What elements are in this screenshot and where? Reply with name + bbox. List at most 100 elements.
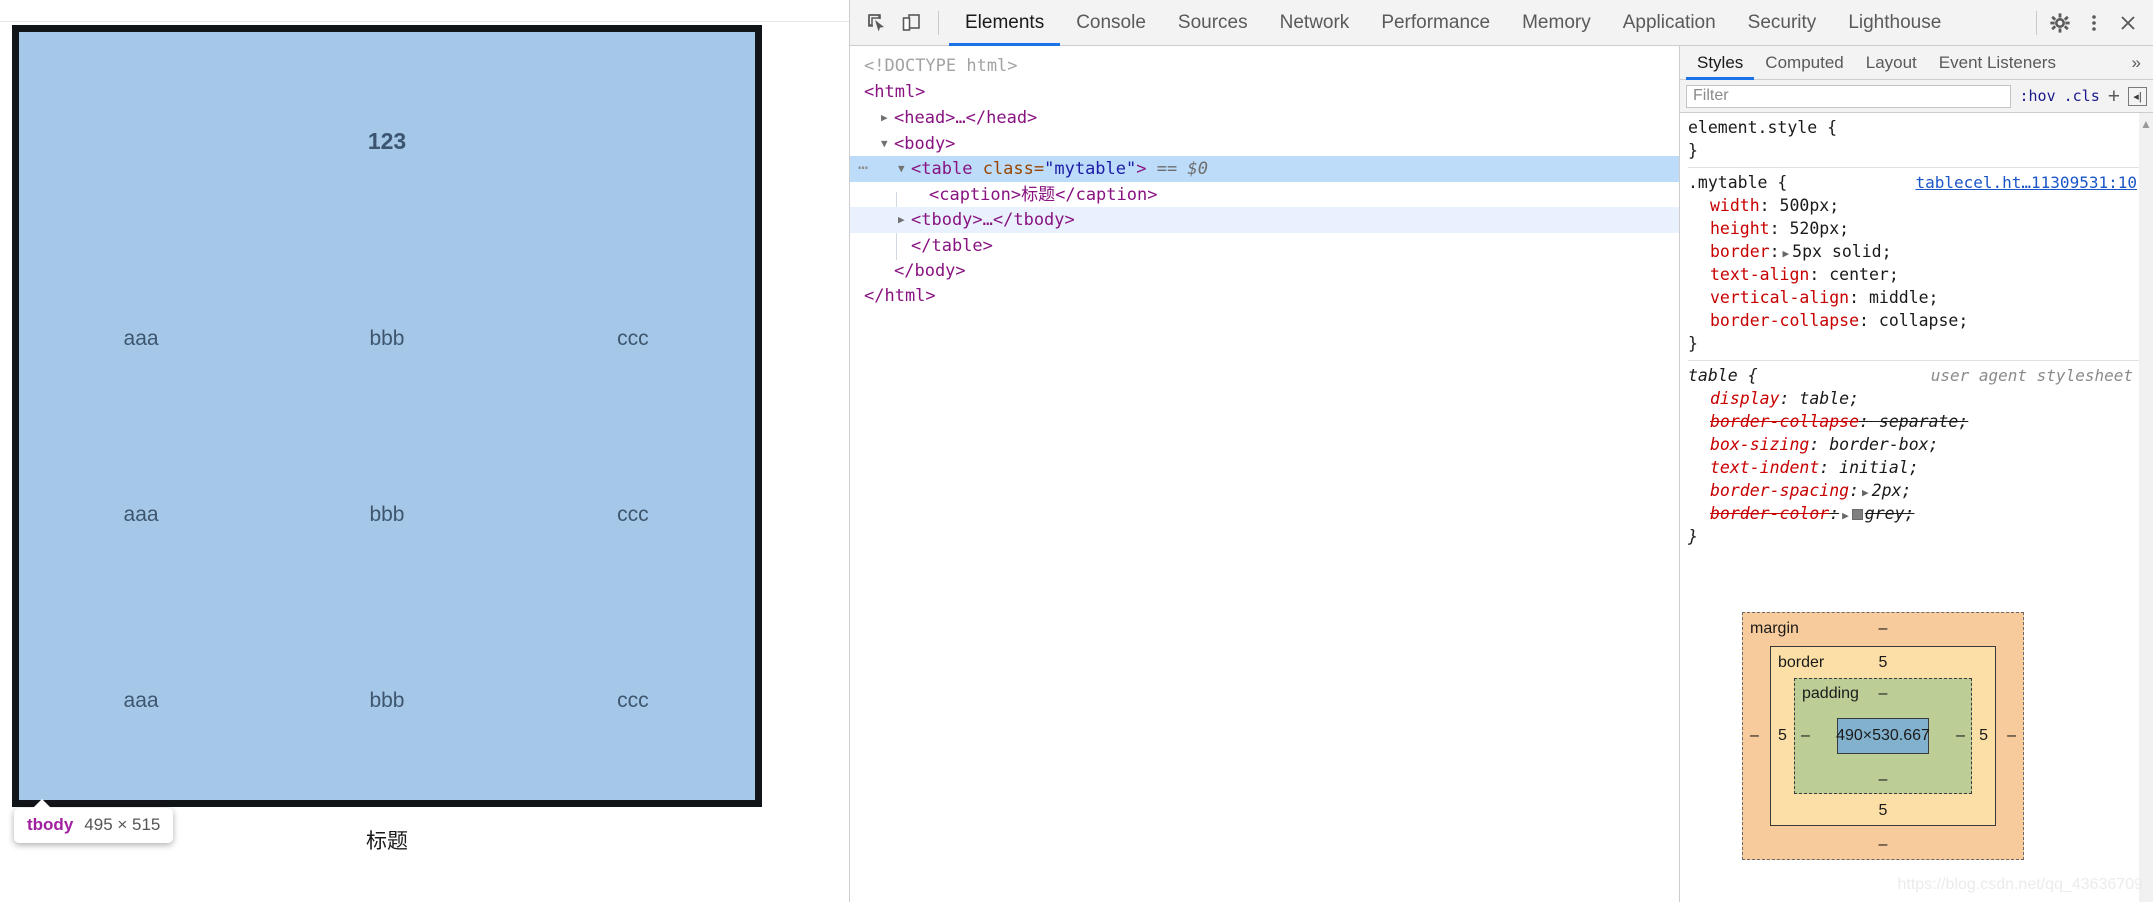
dom-tree-pane[interactable]: <!DOCTYPE html> <html> ▶ <head>…</head> ▼… — [850, 46, 1680, 902]
css-property[interactable]: border-color — [1688, 504, 1829, 523]
table-row[interactable]: aaa bbb ccc — [16, 251, 759, 426]
tab-event-listeners[interactable]: Event Listeners — [1928, 46, 2067, 80]
table-cell[interactable]: aaa — [16, 251, 264, 426]
chevron-down-icon[interactable]: ▼ — [881, 131, 892, 157]
toggle-pseudo-states-button[interactable]: :hov — [2019, 87, 2055, 105]
box-model-margin-top[interactable]: – — [1879, 620, 1888, 638]
css-property[interactable]: border — [1688, 242, 1770, 261]
rule-mytable[interactable]: .mytable { tablecel.ht…11309531:10 width… — [1688, 168, 2139, 361]
dom-line-table-selected[interactable]: ⋯ ▼ <table class="mytable"> == $0 — [850, 156, 1679, 182]
rule-table-user-agent[interactable]: table { user agent stylesheet display: t… — [1688, 361, 2139, 553]
expand-shorthand-icon[interactable]: ▶ — [1859, 486, 1872, 499]
css-value[interactable]: center; — [1829, 265, 1899, 284]
dom-line-html-open[interactable]: <html> — [850, 80, 1679, 106]
rule-selector[interactable]: table { — [1688, 366, 1758, 385]
box-model-padding-bottom[interactable]: – — [1879, 771, 1888, 789]
toggle-element-classes-button[interactable]: .cls — [2064, 87, 2100, 105]
table-row[interactable]: aaa bbb ccc — [16, 602, 759, 803]
rule-selector[interactable]: .mytable { — [1688, 173, 1787, 192]
dom-line-caption[interactable]: ▶<caption>标题</caption> — [850, 182, 1679, 208]
css-property[interactable]: border-collapse — [1688, 311, 1859, 330]
badge-dots-icon[interactable]: ⋯ — [858, 156, 869, 182]
box-model-content-size[interactable]: 490×530.667 — [1836, 718, 1930, 754]
css-value[interactable]: collapse; — [1879, 311, 1968, 330]
css-value[interactable]: separate; — [1879, 412, 1968, 431]
css-property[interactable]: border-spacing — [1688, 481, 1849, 500]
tab-elements[interactable]: Elements — [949, 0, 1060, 46]
tab-console[interactable]: Console — [1060, 0, 1162, 46]
box-model-padding-left[interactable]: – — [1801, 727, 1810, 745]
css-property[interactable]: box-sizing — [1688, 435, 1809, 454]
styles-filter-input[interactable] — [1686, 84, 2012, 108]
box-model-margin-right[interactable]: – — [2007, 727, 2016, 745]
more-tabs-icon[interactable]: » — [2120, 53, 2153, 73]
expand-shorthand-icon[interactable]: ▶ — [1780, 247, 1793, 260]
table-cell[interactable]: bbb — [263, 427, 511, 602]
close-icon[interactable] — [2111, 6, 2145, 40]
table-cell[interactable]: ccc — [511, 251, 759, 426]
css-property[interactable]: display — [1688, 389, 1780, 408]
css-value[interactable]: table; — [1799, 389, 1859, 408]
css-value[interactable]: grey; — [1865, 504, 1915, 523]
css-property[interactable]: text-align — [1688, 265, 1809, 284]
table-cell[interactable]: aaa — [16, 427, 264, 602]
tab-lighthouse[interactable]: Lighthouse — [1832, 0, 1957, 46]
css-value[interactable]: 2px; — [1872, 481, 1912, 500]
table-header-cell[interactable]: 123 — [16, 29, 759, 252]
tab-sources[interactable]: Sources — [1162, 0, 1264, 46]
rule-selector[interactable]: element.style { — [1688, 118, 1837, 137]
table-cell[interactable]: ccc — [511, 427, 759, 602]
box-model-padding-right[interactable]: – — [1956, 727, 1965, 745]
table-cell[interactable]: bbb — [263, 251, 511, 426]
color-swatch-icon[interactable] — [1851, 509, 1863, 520]
tab-layout[interactable]: Layout — [1855, 46, 1928, 80]
table-body[interactable]: 123 aaa bbb ccc aaa bbb ccc aaa bbb ccc — [16, 29, 759, 804]
table-cell[interactable]: bbb — [263, 602, 511, 803]
tab-network[interactable]: Network — [1264, 0, 1366, 46]
tab-computed[interactable]: Computed — [1754, 46, 1854, 80]
styles-scrollbar[interactable]: ▲ — [2139, 113, 2153, 902]
css-value[interactable]: 520px; — [1789, 219, 1849, 238]
dom-line-table-close[interactable]: ▶</table> — [850, 233, 1679, 259]
chevron-right-icon[interactable]: ▶ — [898, 207, 909, 233]
table-attr-value[interactable]: "mytable" — [1044, 159, 1136, 179]
box-model-border-left[interactable]: 5 — [1778, 727, 1787, 745]
dom-line-doctype[interactable]: <!DOCTYPE html> — [850, 54, 1679, 80]
chevron-right-icon[interactable]: ▶ — [881, 105, 892, 131]
dom-line-body-open[interactable]: ▼ <body> — [850, 131, 1679, 157]
tab-memory[interactable]: Memory — [1506, 0, 1607, 46]
kebab-menu-icon[interactable] — [2077, 6, 2111, 40]
scroll-up-arrow-icon[interactable]: ▲ — [2139, 113, 2153, 131]
table-row[interactable]: aaa bbb ccc — [16, 427, 759, 602]
table-attr-name[interactable]: class — [983, 159, 1034, 179]
rule-source-link[interactable]: tablecel.ht…11309531:10 — [1915, 171, 2137, 194]
chevron-down-icon[interactable]: ▼ — [898, 156, 909, 182]
dom-line-body-close[interactable]: ▶</body> — [850, 258, 1679, 284]
dom-line-tbody[interactable]: ▶ <tbody>…</tbody> — [850, 207, 1679, 233]
css-value[interactable]: initial; — [1839, 458, 1918, 477]
mytable[interactable]: 标题 123 aaa bbb ccc aaa bbb ccc aaa bbb c… — [12, 25, 762, 855]
css-property[interactable]: border-collapse — [1688, 412, 1859, 431]
device-toolbar-icon[interactable] — [894, 6, 928, 40]
tab-application[interactable]: Application — [1607, 0, 1732, 46]
css-property[interactable]: height — [1688, 219, 1770, 238]
table-cell[interactable]: ccc — [511, 602, 759, 803]
box-model-diagram[interactable]: margin – – – – border 5 5 5 5 padding – … — [1742, 612, 2024, 860]
table-cell[interactable]: aaa — [16, 602, 264, 803]
dom-line-html-close[interactable]: </html> — [850, 284, 1679, 310]
box-model-border-right[interactable]: 5 — [1979, 727, 1988, 745]
new-style-rule-button[interactable]: + — [2108, 86, 2120, 107]
css-property[interactable]: vertical-align — [1688, 288, 1849, 307]
rule-element-style[interactable]: element.style { } — [1688, 113, 2139, 168]
table-row[interactable]: 123 — [16, 29, 759, 252]
tab-styles[interactable]: Styles — [1686, 46, 1754, 80]
inspect-element-icon[interactable] — [860, 6, 894, 40]
css-value[interactable]: border-box; — [1829, 435, 1938, 454]
css-property[interactable]: width — [1688, 196, 1760, 215]
css-value[interactable]: middle; — [1869, 288, 1939, 307]
tab-performance[interactable]: Performance — [1365, 0, 1506, 46]
box-model-padding-top[interactable]: – — [1879, 685, 1888, 703]
css-value[interactable]: 500px; — [1780, 196, 1840, 215]
css-property[interactable]: text-indent — [1688, 458, 1819, 477]
box-model-margin-bottom[interactable]: – — [1879, 836, 1888, 854]
